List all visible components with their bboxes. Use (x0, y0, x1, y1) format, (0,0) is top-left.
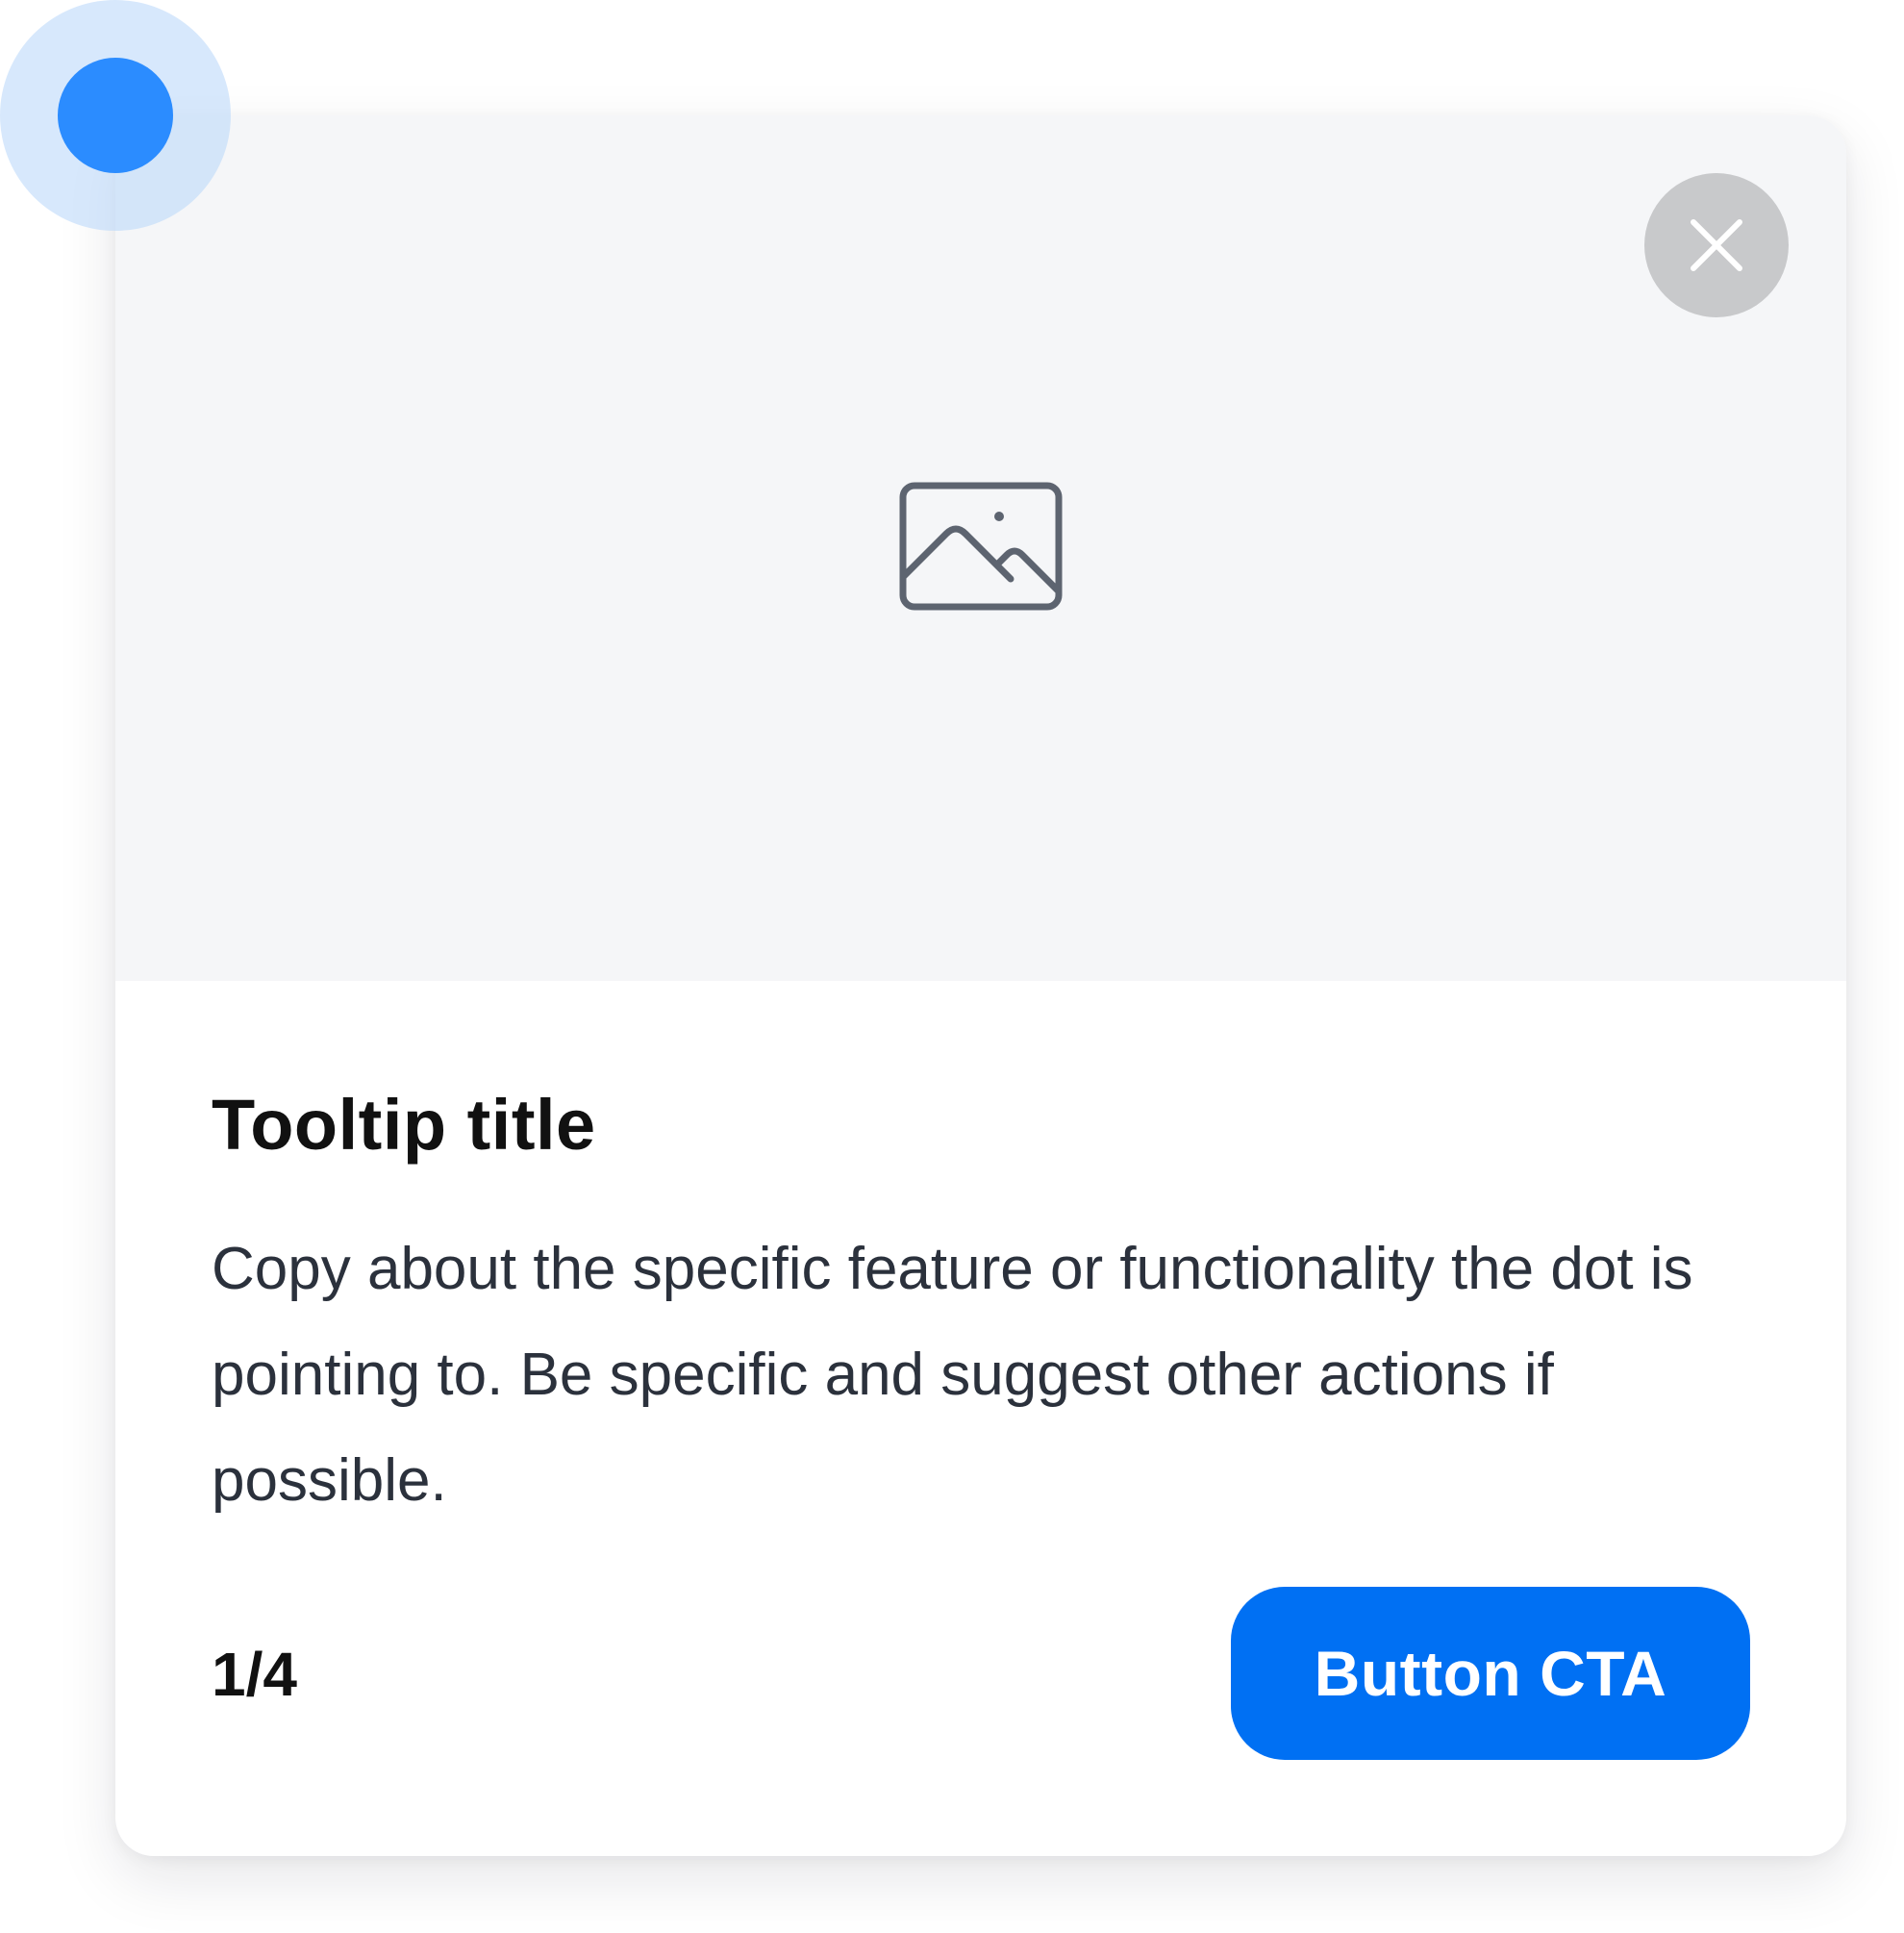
tooltip-body: Copy about the specific feature or funct… (212, 1236, 1693, 1514)
hotspot-beacon[interactable] (0, 0, 231, 231)
cta-button[interactable]: Button CTA (1231, 1587, 1750, 1760)
close-icon (1691, 219, 1742, 271)
tooltip-title: Tooltip title (212, 1085, 596, 1165)
image-placeholder-icon (899, 482, 1063, 611)
tooltip-media (115, 115, 1846, 981)
hotspot-dot-icon (58, 58, 173, 173)
step-counter: 1/4 (212, 1640, 297, 1709)
tooltip-card: Tooltip title Copy about the specific fe… (115, 115, 1846, 1856)
close-button[interactable] (1644, 173, 1789, 317)
tooltip-content: Tooltip title Copy about the specific fe… (212, 1082, 1750, 1534)
tooltip-footer: 1/4 Button CTA (212, 1587, 1750, 1760)
